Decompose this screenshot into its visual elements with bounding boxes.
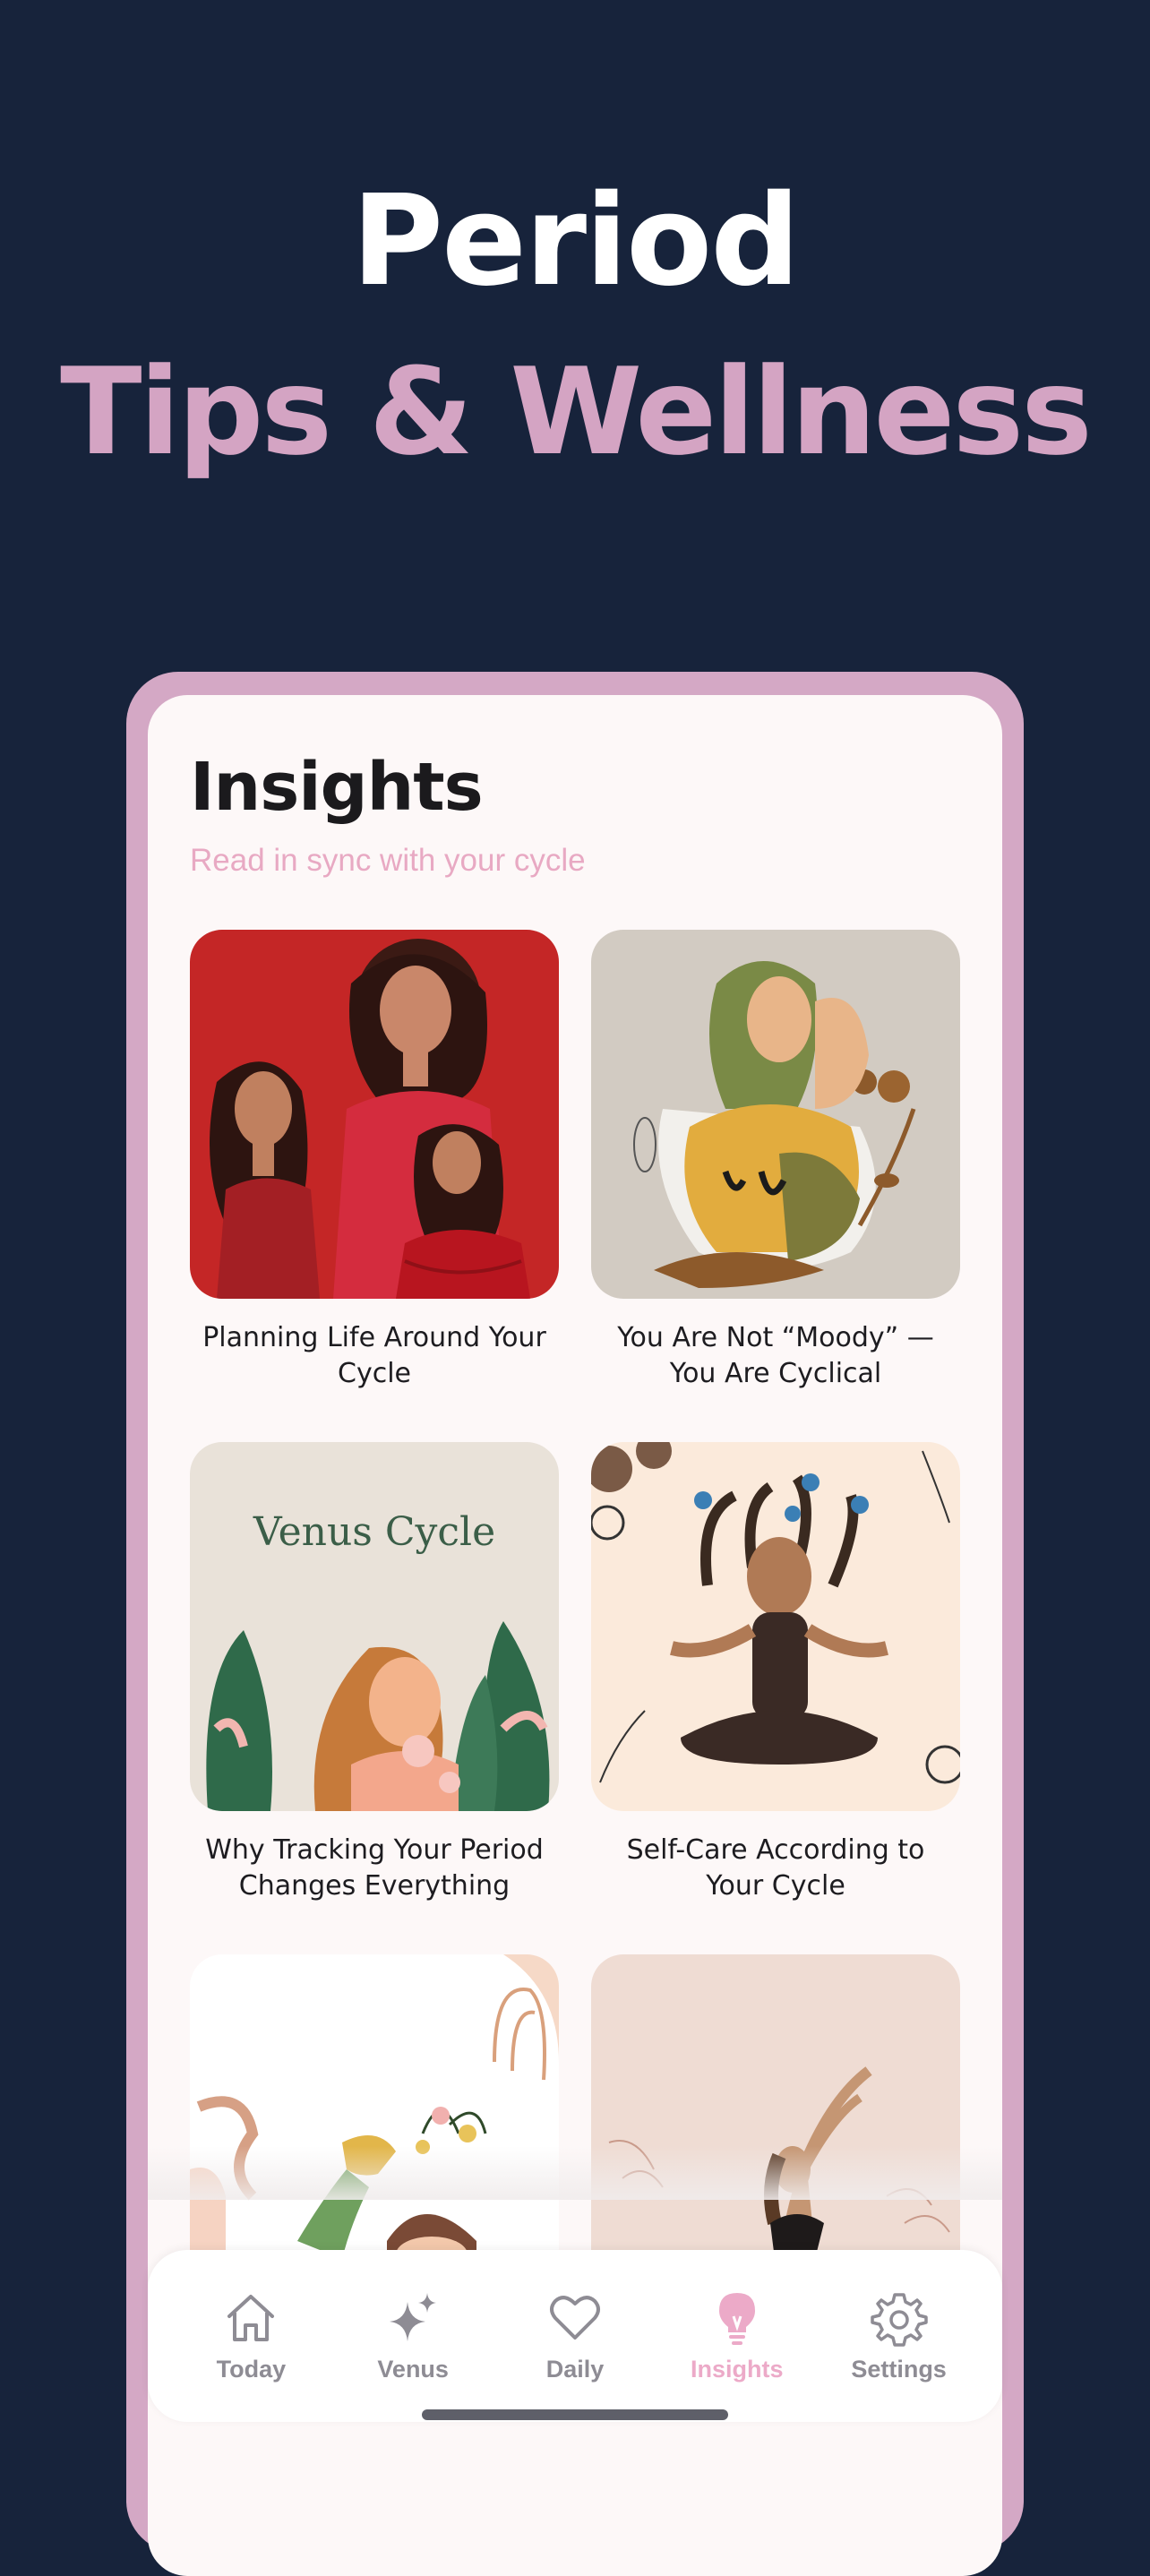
tab-label: Venus <box>377 2356 449 2383</box>
image-logo-text: Venus Cycle <box>253 1509 495 1555</box>
page-title: Insights <box>190 749 484 826</box>
article-card[interactable]: Planning Life Around Your Cycle <box>190 930 559 1392</box>
tab-label: Insights <box>691 2356 784 2383</box>
article-title: You Are Not “Moody” — You Are Cyclical <box>617 1322 934 1389</box>
tab-daily[interactable]: Daily <box>499 2250 651 2383</box>
scroll-fade <box>148 2146 1002 2200</box>
tab-today[interactable]: Today <box>175 2250 327 2383</box>
article-image <box>190 930 559 1299</box>
hero-title-line2: Tips & Wellness <box>60 342 1093 482</box>
article-card[interactable]: You Are Not “Moody” — You Are Cyclical <box>591 930 960 1392</box>
tab-label: Today <box>216 2356 287 2383</box>
sparkles-icon <box>390 2293 437 2341</box>
hero-title-line1: Period <box>351 168 801 314</box>
heart-icon <box>549 2296 600 2340</box>
tab-bar: Today Venus Daily Insights Settings <box>148 2250 1002 2422</box>
article-title: Why Tracking Your Period Changes Everyth… <box>205 1834 544 1902</box>
tab-label: Settings <box>851 2356 947 2383</box>
tab-label: Daily <box>545 2356 605 2383</box>
article-image <box>591 930 960 1299</box>
page-subtitle: Read in sync with your cycle <box>190 843 586 878</box>
article-image <box>591 1442 960 1811</box>
gear-icon <box>870 2293 928 2347</box>
home-indicator[interactable] <box>422 2409 728 2420</box>
lightbulb-icon <box>718 2293 755 2345</box>
article-title: Planning Life Around Your Cycle <box>202 1322 546 1389</box>
tab-insights[interactable]: Insights <box>661 2250 813 2383</box>
home-icon <box>227 2295 275 2341</box>
article-image: Venus Cycle <box>190 1442 559 1811</box>
tab-settings[interactable]: Settings <box>823 2250 975 2383</box>
tab-venus[interactable]: Venus <box>337 2250 489 2383</box>
article-card[interactable]: Venus Cycle Why Tracking Your Period Cha… <box>190 1442 559 1904</box>
article-title: Self-Care According to Your Cycle <box>626 1834 925 1902</box>
article-card[interactable]: Self-Care According to Your Cycle <box>591 1442 960 1904</box>
